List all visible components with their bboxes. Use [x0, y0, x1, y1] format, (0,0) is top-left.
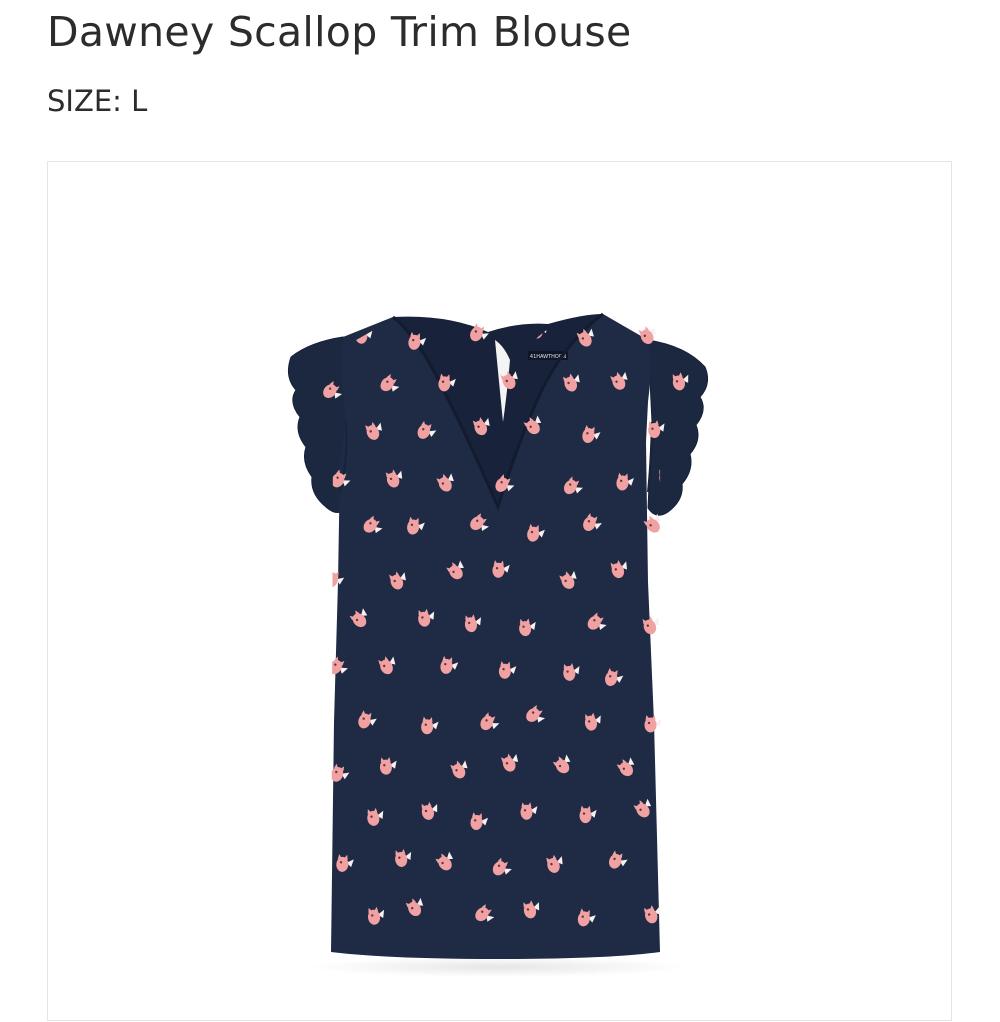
size-value: L	[131, 84, 148, 118]
owl-motif	[310, 908, 327, 927]
owl-motif	[304, 809, 315, 828]
owl-motif	[304, 717, 322, 735]
owl-motif	[667, 667, 687, 687]
owl-motif	[304, 611, 318, 630]
owl-motif	[667, 850, 686, 869]
owl-motif	[665, 753, 685, 772]
product-photo-card[interactable]: 41HAWTHORN	[47, 161, 952, 1021]
owl-motif	[644, 714, 662, 733]
product-title: Dawney Scallop Trim Blouse	[47, 8, 632, 56]
owl-motif	[667, 560, 684, 579]
size-label: SIZE:	[47, 84, 122, 118]
size-line: SIZE: L	[47, 84, 147, 118]
product-image: 41HAWTHORN	[287, 312, 709, 977]
owl-motif	[304, 516, 318, 535]
